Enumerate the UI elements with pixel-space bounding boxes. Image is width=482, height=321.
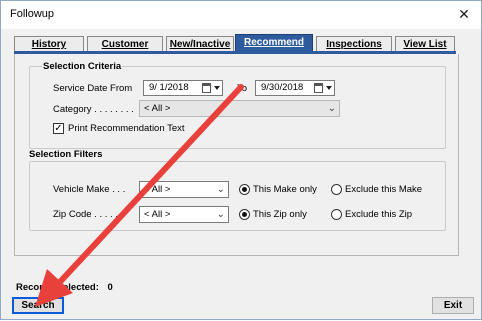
tab-recommend[interactable]: Recommend [235, 34, 313, 52]
calendar-icon [314, 83, 323, 93]
tab-new-inactive[interactable]: New/Inactive [166, 36, 234, 52]
service-date-to-field[interactable]: 9/30/2018 [255, 80, 335, 96]
chevron-down-icon: ⌄ [216, 209, 225, 220]
selection-filters-group [29, 161, 446, 231]
checkbox-check-icon: ✓ [54, 123, 63, 134]
tab-strip: History Customer New/Inactive Recommend … [14, 34, 455, 52]
records-selected-count: 0 [107, 282, 113, 293]
search-button[interactable]: Search [12, 297, 64, 314]
tab-history[interactable]: History [14, 36, 84, 52]
close-icon[interactable]: ✕ [447, 1, 481, 29]
chevron-down-icon: ⌄ [327, 103, 336, 114]
vehicle-make-label: Vehicle Make . . . [53, 184, 126, 195]
tab-view-list[interactable]: View List [395, 36, 455, 52]
chevron-down-icon: ⌄ [216, 184, 225, 195]
selection-filters-title: Selection Filters [28, 149, 104, 160]
dropdown-arrow-icon [326, 86, 332, 90]
exit-button[interactable]: Exit [432, 297, 474, 314]
radio-exclude-this-make[interactable] [331, 184, 342, 195]
radio-this-make-only[interactable] [239, 184, 250, 195]
records-selected-status: Records Selected: 0 [16, 282, 113, 293]
service-date-from-value: 9/ 1/2018 [149, 82, 189, 93]
service-date-to-value: 9/30/2018 [261, 82, 304, 93]
window-title: Followup [10, 8, 55, 20]
title-bar: Followup ✕ [1, 1, 481, 29]
print-recommendation-checkbox[interactable]: ✓ [53, 123, 64, 134]
tab-inspections[interactable]: Inspections [316, 36, 392, 52]
radio-this-zip-only[interactable] [239, 209, 250, 220]
vehicle-make-select[interactable]: < All > ⌄ [139, 181, 229, 198]
calendar-icon [202, 83, 211, 93]
vehicle-make-value: < All > [144, 184, 171, 195]
exclude-this-make-label: Exclude this Make [345, 184, 423, 195]
this-zip-only-label: This Zip only [253, 209, 307, 220]
print-recommendation-label: Print Recommendation Text [68, 123, 185, 134]
to-label: To [237, 83, 248, 94]
service-date-from-field[interactable]: 9/ 1/2018 [143, 80, 223, 96]
category-select[interactable]: < All > ⌄ [139, 100, 340, 117]
category-value: < All > [144, 103, 171, 114]
service-date-label: Service Date From [53, 83, 133, 94]
exclude-this-zip-label: Exclude this Zip [345, 209, 413, 220]
zip-code-value: < All > [144, 209, 171, 220]
dropdown-arrow-icon [214, 86, 220, 90]
tab-customer[interactable]: Customer [87, 36, 163, 52]
this-make-only-label: This Make only [253, 184, 317, 195]
radio-exclude-this-zip[interactable] [331, 209, 342, 220]
tab-panel-recommend: Selection Criteria Service Date From 9/ … [14, 54, 459, 256]
zip-code-select[interactable]: < All > ⌄ [139, 206, 229, 223]
records-selected-label: Records Selected: [16, 282, 99, 293]
selection-criteria-title: Selection Criteria [42, 61, 123, 72]
zip-code-label: Zip Code . . . . . . [53, 209, 124, 220]
followup-window: Followup ✕ History Customer New/Inactive… [0, 0, 482, 320]
category-label: Category . . . . . . . . [53, 104, 134, 115]
